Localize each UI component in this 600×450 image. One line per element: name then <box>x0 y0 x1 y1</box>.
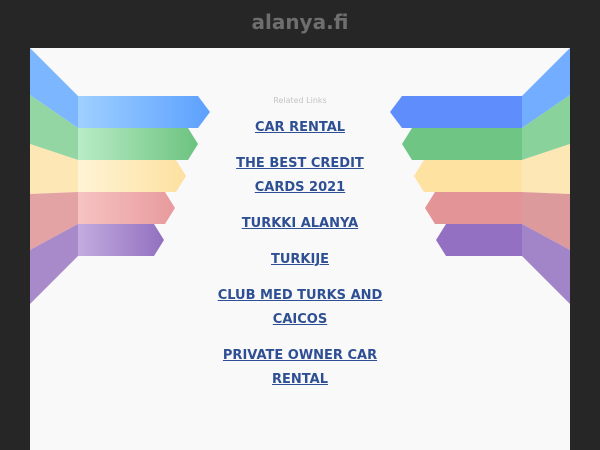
left-ribbon-green <box>78 128 198 160</box>
list-item: PRIVATE OWNER CAR RENTAL <box>200 344 400 392</box>
content-panel: Related Links CAR RENTAL THE BEST CREDIT… <box>30 48 570 450</box>
list-item: CLUB MED TURKS AND CAICOS <box>200 284 400 332</box>
related-links-label: Related Links <box>273 96 327 105</box>
left-ribbon-red <box>78 192 175 224</box>
related-link-private-owner-car-rental[interactable]: PRIVATE OWNER CAR RENTAL <box>215 344 385 392</box>
right-ribbon-purple <box>436 224 522 256</box>
left-ribbon-blue <box>78 96 210 128</box>
right-ribbon-blue <box>390 96 522 128</box>
related-links-list: CAR RENTAL THE BEST CREDIT CARDS 2021 TU… <box>200 116 400 392</box>
related-links-section: Related Links CAR RENTAL THE BEST CREDIT… <box>200 96 400 404</box>
related-link-club-med[interactable]: CLUB MED TURKS AND CAICOS <box>215 284 385 332</box>
list-item: CAR RENTAL <box>200 116 400 140</box>
right-ribbon-red <box>425 192 522 224</box>
right-ribbon-yellow <box>414 160 522 192</box>
related-link-turkki-alanya[interactable]: TURKKI ALANYA <box>242 212 358 236</box>
right-ribbon-green <box>402 128 522 160</box>
related-link-turkije[interactable]: TURKIJE <box>271 248 329 272</box>
list-item: TURKKI ALANYA <box>200 212 400 236</box>
related-link-car-rental[interactable]: CAR RENTAL <box>255 116 345 140</box>
site-title: alanya.fi <box>251 10 349 34</box>
left-ribbon-purple <box>78 224 164 256</box>
related-link-best-credit-cards[interactable]: THE BEST CREDIT CARDS 2021 <box>215 152 385 200</box>
left-ribbon-yellow <box>78 160 186 192</box>
list-item: TURKIJE <box>200 248 400 272</box>
list-item: THE BEST CREDIT CARDS 2021 <box>200 152 400 200</box>
